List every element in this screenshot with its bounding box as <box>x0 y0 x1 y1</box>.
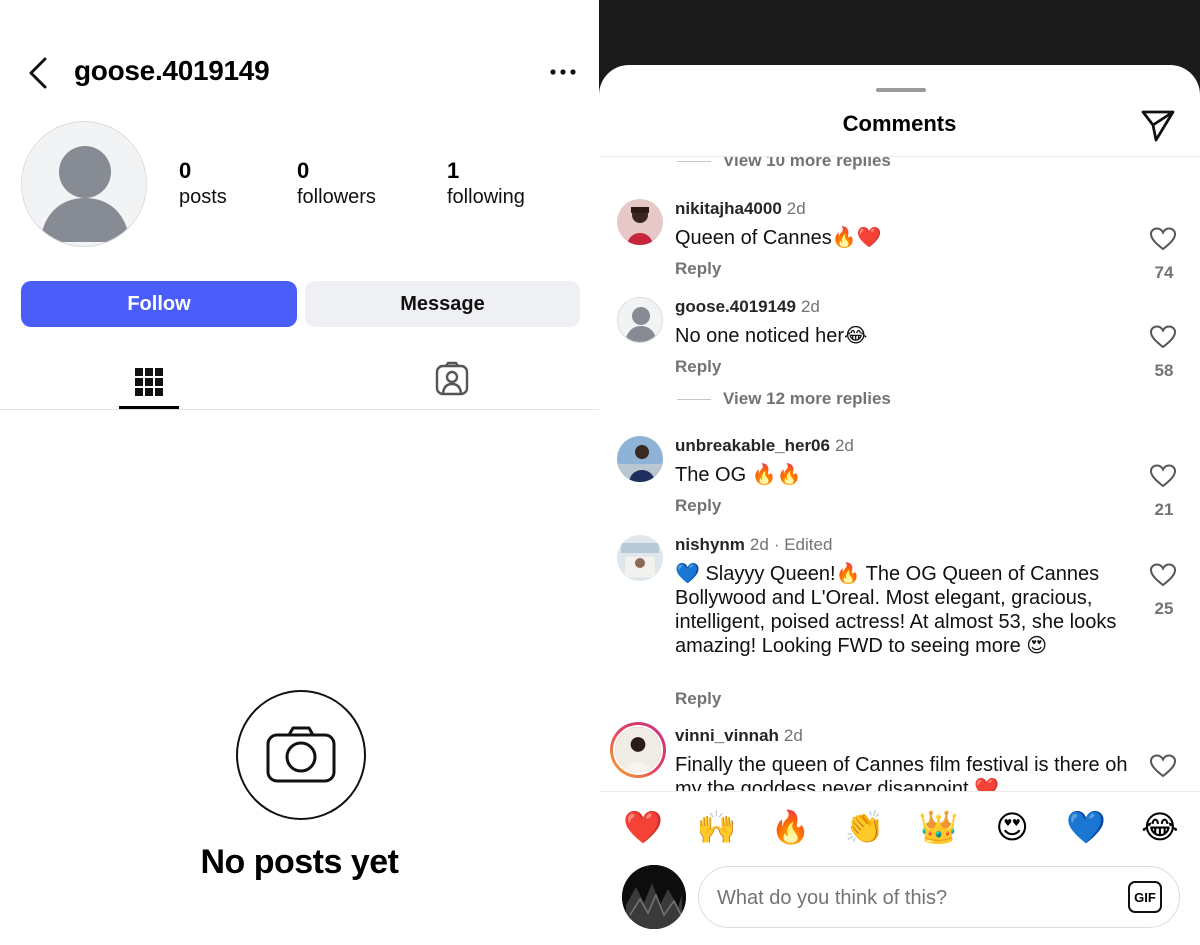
like-count: 25 <box>1154 599 1174 618</box>
comments-screen: Comments View 10 more replies nikitajha4… <box>599 0 1200 945</box>
comment-meta: goose.4019149 2d <box>675 297 820 317</box>
view-replies-label: View 12 more replies <box>723 389 891 408</box>
stat-following-label: following <box>447 186 525 208</box>
profile-avatar[interactable] <box>21 121 147 247</box>
view-more-replies[interactable]: View 12 more replies <box>677 389 891 409</box>
reply-button[interactable]: Reply <box>675 689 721 709</box>
like-count: 58 <box>1154 361 1174 380</box>
replies-line <box>677 398 711 400</box>
stat-following-count: 1 <box>447 158 460 183</box>
like-count: 21 <box>1154 500 1174 519</box>
comment-time: 2d <box>800 297 820 316</box>
back-icon[interactable] <box>22 56 54 90</box>
comment-edited: · Edited <box>773 535 833 554</box>
reaction-blue-heart[interactable]: 💙 <box>1066 807 1106 847</box>
stat-posts[interactable]: 0 posts <box>179 158 227 210</box>
quick-reactions-bar: ❤️ 🙌 🔥 👏 👑 😍 💙 😂 <box>599 791 1200 861</box>
stat-followers-label: followers <box>297 186 376 208</box>
reaction-heart-eyes[interactable]: 😍 <box>992 807 1032 847</box>
comment-username[interactable]: unbreakable_her06 <box>675 436 830 455</box>
reaction-clapping[interactable]: 👏 <box>845 807 885 847</box>
like-heart-icon[interactable] <box>1149 563 1178 589</box>
reaction-raising-hands[interactable]: 🙌 <box>697 807 737 847</box>
profile-screen: goose.4019149 0 posts 0 followers 1 foll… <box>0 0 599 945</box>
current-user-avatar <box>622 865 686 929</box>
comment-username[interactable]: goose.4019149 <box>675 297 796 316</box>
comment-time: 2d <box>783 726 803 745</box>
stat-followers-count: 0 <box>297 158 310 183</box>
empty-state-text: No posts yet <box>200 843 399 881</box>
comment-time: 2d <box>749 535 769 554</box>
message-button[interactable]: Message <box>305 281 580 327</box>
comment-time: 2d <box>834 436 854 455</box>
comments-list: View 10 more replies nikitajha4000 2d Que… <box>599 157 1200 791</box>
like-count: 74 <box>1154 263 1174 282</box>
grid-icon <box>135 368 163 396</box>
stat-followers[interactable]: 0 followers <box>297 158 376 210</box>
commenter-avatar-story-ring[interactable] <box>610 722 666 778</box>
comment-username[interactable]: vinni_vinnah <box>675 726 779 745</box>
commenter-avatar[interactable] <box>617 199 663 245</box>
gif-button[interactable]: GIF <box>1128 881 1162 913</box>
comment-time: 2d <box>786 199 806 218</box>
comment-username[interactable]: nikitajha4000 <box>675 199 782 218</box>
comment-text: Queen of Cannes🔥❤️ <box>675 227 882 249</box>
reaction-laughing[interactable]: 😂 <box>1140 807 1180 847</box>
like-heart-icon[interactable] <box>1149 325 1178 351</box>
like-heart-icon[interactable] <box>1149 754 1178 780</box>
stat-following[interactable]: 1 following <box>447 158 525 210</box>
comment-input[interactable] <box>717 883 1097 913</box>
stat-posts-label: posts <box>179 186 227 208</box>
comment-text: The OG 🔥🔥 <box>675 464 802 486</box>
reaction-crown[interactable]: 👑 <box>918 807 958 847</box>
comment-meta: nishynm 2d · Edited <box>675 535 832 555</box>
like-heart-icon[interactable] <box>1149 227 1178 253</box>
sheet-grabber[interactable] <box>876 88 926 92</box>
stat-posts-count: 0 <box>179 158 192 183</box>
sheet-title: Comments <box>842 111 957 136</box>
comment-composer[interactable]: GIF <box>698 866 1180 928</box>
commenter-avatar[interactable] <box>617 535 663 581</box>
tagged-person-icon <box>435 361 469 396</box>
comment-meta: nikitajha4000 2d <box>675 199 806 219</box>
commenter-avatar[interactable] <box>617 436 663 482</box>
reply-button[interactable]: Reply <box>675 357 721 377</box>
like-heart-icon[interactable] <box>1149 464 1178 490</box>
view-replies-label: View 10 more replies <box>723 157 891 170</box>
comment-username[interactable]: nishynm <box>675 535 745 554</box>
tab-divider <box>0 409 599 410</box>
profile-username: goose.4019149 <box>74 55 270 86</box>
follow-button[interactable]: Follow <box>21 281 297 327</box>
more-options-icon[interactable] <box>546 60 580 84</box>
tab-tagged[interactable] <box>420 354 484 404</box>
replies-line <box>677 160 711 162</box>
reaction-fire[interactable]: 🔥 <box>771 807 811 847</box>
tab-posts-grid[interactable] <box>119 354 179 410</box>
comment-meta: vinni_vinnah 2d <box>675 726 803 746</box>
reaction-red-heart[interactable]: ❤️ <box>623 807 663 847</box>
comment-text: 💙 Slayyy Queen!🔥 The OG Queen of Cannes … <box>675 563 1117 657</box>
comment-text: No one noticed her😂 <box>675 325 868 347</box>
reply-button[interactable]: Reply <box>675 259 721 279</box>
share-send-icon[interactable] <box>1140 107 1176 143</box>
reply-button[interactable]: Reply <box>675 496 721 516</box>
camera-icon <box>236 690 366 820</box>
comment-text: Finally the queen of Cannes film festiva… <box>675 754 1128 791</box>
view-more-replies-top[interactable]: View 10 more replies <box>677 157 891 171</box>
commenter-avatar[interactable] <box>617 297 663 343</box>
comments-sheet: Comments View 10 more replies nikitajha4… <box>599 65 1200 945</box>
comment-meta: unbreakable_her06 2d <box>675 436 854 456</box>
